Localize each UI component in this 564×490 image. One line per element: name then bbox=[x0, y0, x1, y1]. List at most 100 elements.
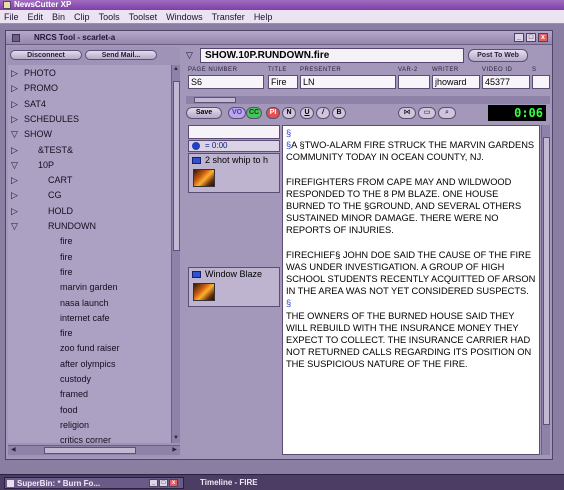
clip-thumbnail[interactable] bbox=[193, 283, 215, 301]
cue-time: = 0:00 bbox=[188, 140, 280, 152]
collapsed-arrow-icon[interactable]: ▷ bbox=[11, 96, 18, 112]
tree-item-label: fire bbox=[60, 251, 73, 262]
collapsed-arrow-icon[interactable]: ▷ bbox=[11, 187, 18, 203]
collapsed-arrow-icon[interactable]: ▷ bbox=[11, 142, 18, 158]
tree-item[interactable]: ▽ 10P bbox=[8, 157, 168, 173]
scroll-left-arrow-icon[interactable]: ◀ bbox=[11, 446, 16, 455]
video-id-input[interactable]: 45377 bbox=[482, 75, 530, 89]
fields-horizontal-scrollbar[interactable] bbox=[186, 96, 550, 104]
scroll-down-arrow-icon[interactable]: ▼ bbox=[172, 434, 180, 443]
menu-transfer[interactable]: Transfer bbox=[212, 10, 245, 23]
collapsed-arrow-icon[interactable]: ▷ bbox=[11, 172, 18, 188]
collapsed-arrow-icon[interactable]: ▷ bbox=[11, 65, 18, 81]
tree-item[interactable]: internet cafe bbox=[8, 310, 168, 326]
pi-button[interactable]: PI bbox=[266, 107, 280, 119]
scroll-thumb[interactable] bbox=[173, 81, 180, 251]
menu-help[interactable]: Help bbox=[254, 10, 273, 23]
tree-item-label: SCHEDULES bbox=[24, 113, 80, 124]
timeline-window-tab[interactable]: Timeline - FIRE bbox=[200, 477, 258, 489]
scroll-thumb[interactable] bbox=[44, 447, 136, 454]
tree-item[interactable]: marvin garden bbox=[8, 279, 168, 295]
vo-button[interactable]: VO bbox=[228, 107, 246, 119]
menu-file[interactable]: File bbox=[4, 10, 19, 23]
tree-item[interactable]: fire bbox=[8, 264, 168, 280]
script-text-area[interactable]: § §A §TWO-ALARM FIRE STRUCK THE MARVIN G… bbox=[282, 125, 540, 455]
title-input[interactable]: Fire bbox=[268, 75, 298, 89]
close-button[interactable]: x bbox=[169, 479, 178, 487]
cc-button[interactable]: CC bbox=[246, 107, 262, 119]
script-vertical-scrollbar[interactable] bbox=[541, 125, 550, 455]
menu-edit[interactable]: Edit bbox=[28, 10, 44, 23]
scroll-up-arrow-icon[interactable]: ▲ bbox=[172, 65, 180, 74]
disconnect-button[interactable]: Disconnect bbox=[10, 50, 82, 60]
link-icon[interactable]: ⋈ bbox=[398, 107, 416, 119]
tree-horizontal-scrollbar[interactable]: ◀ ▶ bbox=[8, 445, 180, 455]
save-button[interactable]: Save bbox=[186, 107, 222, 119]
tree-item[interactable]: fire bbox=[8, 325, 168, 341]
collapsed-arrow-icon[interactable]: ▷ bbox=[11, 111, 18, 127]
maximize-button[interactable]: □ bbox=[159, 479, 168, 487]
tree-item[interactable]: after olympics bbox=[8, 356, 168, 372]
tree-item[interactable]: zoo fund raiser bbox=[8, 340, 168, 356]
tree-item[interactable]: framed bbox=[8, 386, 168, 402]
expanded-arrow-icon[interactable]: ▽ bbox=[11, 157, 18, 173]
send-mail-button[interactable]: Send Mail... bbox=[85, 50, 157, 60]
italic-button[interactable]: / bbox=[316, 107, 330, 119]
writer-input[interactable]: jhoward bbox=[432, 75, 480, 89]
nrcs-title-bar[interactable]: NRCS Tool - scarlet-a _ □ x bbox=[6, 31, 552, 45]
presenter-input[interactable]: LN bbox=[300, 75, 396, 89]
tree-item[interactable]: ▷ SCHEDULES bbox=[8, 111, 168, 127]
search-icon[interactable]: ⌕ bbox=[438, 107, 456, 119]
tree-item[interactable]: ▷ CART bbox=[8, 172, 168, 188]
expand-arrow-icon[interactable]: ▽ bbox=[186, 50, 193, 61]
scroll-right-arrow-icon[interactable]: ▶ bbox=[172, 446, 177, 455]
tree-item[interactable]: custody bbox=[8, 371, 168, 387]
menu-bin[interactable]: Bin bbox=[52, 10, 65, 23]
tree-item[interactable]: ▽ SHOW bbox=[8, 126, 168, 142]
tree-item-label: RUNDOWN bbox=[48, 221, 96, 231]
clip-thumbnail[interactable] bbox=[193, 169, 215, 187]
menu-toolset[interactable]: Toolset bbox=[129, 10, 158, 23]
tree-item[interactable]: ▷ CG bbox=[8, 187, 168, 203]
clip-cue[interactable]: 2 shot whip to h bbox=[188, 153, 280, 193]
maximize-button[interactable]: □ bbox=[526, 33, 536, 42]
tree-vertical-scrollbar[interactable]: ▲ ▼ bbox=[171, 65, 180, 443]
collapsed-arrow-icon[interactable]: ▷ bbox=[11, 203, 18, 219]
page-number-input[interactable]: S6 bbox=[188, 75, 264, 89]
tree-item[interactable]: nasa launch bbox=[8, 295, 168, 311]
tree-item[interactable]: ▷ &TEST& bbox=[8, 142, 168, 158]
tree-item[interactable]: ▷ HOLD bbox=[8, 203, 168, 219]
scroll-thumb[interactable] bbox=[194, 97, 236, 103]
tree-item[interactable]: fire bbox=[8, 233, 168, 249]
window-menu-icon[interactable] bbox=[12, 34, 20, 42]
tree-item[interactable]: critics corner bbox=[8, 432, 168, 443]
post-to-web-button[interactable]: Post To Web bbox=[468, 49, 528, 62]
tree-item[interactable]: ▷ SAT4 bbox=[8, 96, 168, 112]
expanded-arrow-icon[interactable]: ▽ bbox=[11, 218, 18, 234]
tree-item[interactable]: ▽ RUNDOWN bbox=[8, 218, 168, 234]
menu-windows[interactable]: Windows bbox=[166, 10, 203, 23]
cue-input[interactable] bbox=[188, 125, 280, 139]
keyboard-icon[interactable]: ▭ bbox=[418, 107, 436, 119]
expanded-arrow-icon[interactable]: ▽ bbox=[11, 126, 18, 142]
clip-cue[interactable]: Window Blaze bbox=[188, 267, 280, 307]
n-button[interactable]: N bbox=[282, 107, 296, 119]
bold-button[interactable]: B bbox=[332, 107, 346, 119]
underline-button[interactable]: U bbox=[300, 107, 314, 119]
script-paragraph: FIRECHIEF§ JOHN DOE SAID THE CAUSE OF TH… bbox=[286, 249, 536, 297]
menu-clip[interactable]: Clip bbox=[74, 10, 90, 23]
tree-item[interactable]: ▷ PHOTO bbox=[8, 65, 168, 81]
menu-tools[interactable]: Tools bbox=[99, 10, 120, 23]
s-input[interactable] bbox=[532, 75, 550, 89]
tree-item[interactable]: religion bbox=[8, 417, 168, 433]
minimize-button[interactable]: _ bbox=[149, 479, 158, 487]
tree-item[interactable]: fire bbox=[8, 249, 168, 265]
tree-item[interactable]: ▷ PROMO bbox=[8, 80, 168, 96]
tree-item[interactable]: food bbox=[8, 402, 168, 418]
collapsed-arrow-icon[interactable]: ▷ bbox=[11, 80, 18, 96]
var-2-input[interactable] bbox=[398, 75, 430, 89]
close-button[interactable]: x bbox=[538, 33, 548, 42]
superbin-window-tab[interactable]: SuperBin: * Burn Fo... _ □ x bbox=[4, 477, 184, 489]
scroll-thumb[interactable] bbox=[543, 137, 550, 425]
minimize-button[interactable]: _ bbox=[514, 33, 524, 42]
